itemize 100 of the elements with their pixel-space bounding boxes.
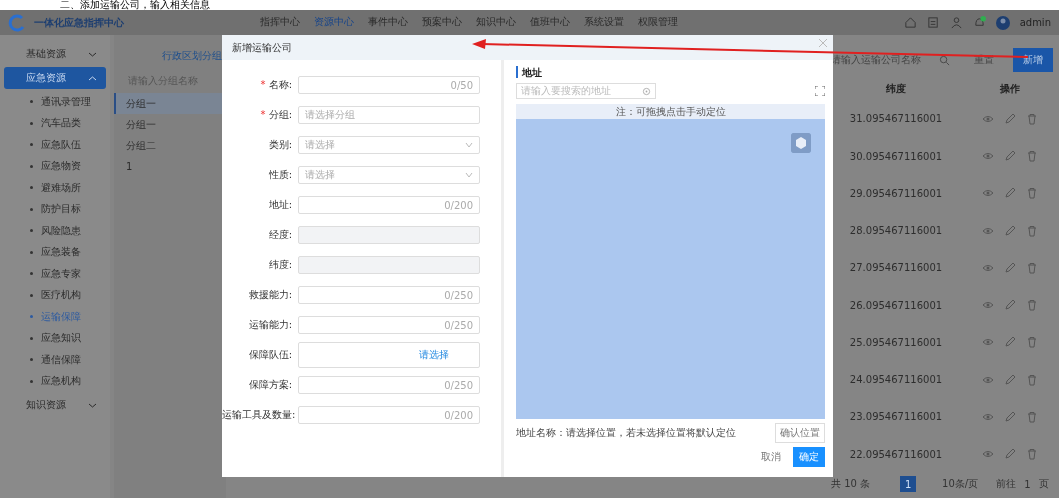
table-cell-text: 22.095467116001 — [848, 448, 944, 460]
field-label: 保障方案: — [247, 378, 293, 392]
sidebar-subitem[interactable]: 应急物资 — [0, 155, 110, 177]
nav-tab[interactable]: 值班中心 — [530, 8, 570, 37]
home-icon[interactable] — [903, 16, 917, 29]
nav-tab[interactable]: 事件中心 — [368, 8, 408, 37]
goto-page-field[interactable]: 1 — [1024, 478, 1031, 490]
sidebar-subitem[interactable]: 风险隐患 — [0, 220, 110, 242]
sidebar-subitem[interactable]: 应急知识 — [0, 327, 110, 349]
delete-icon[interactable] — [1026, 187, 1038, 200]
sidebar-subitem[interactable]: 应急装备 — [0, 241, 110, 263]
text-field[interactable]: 0/200 — [298, 406, 480, 424]
delete-icon[interactable] — [1026, 410, 1038, 423]
delete-icon[interactable] — [1026, 112, 1038, 125]
goto-label: 前往 — [996, 477, 1017, 492]
add-button[interactable]: 新增 — [1013, 48, 1053, 72]
nav-tab[interactable]: 权限管理 — [638, 8, 678, 37]
sidebar-subitem[interactable]: 避难场所 — [0, 177, 110, 199]
page-size-select[interactable]: 10条/页 — [942, 477, 979, 492]
delete-icon[interactable] — [1026, 261, 1038, 274]
edit-icon[interactable] — [1004, 150, 1016, 163]
sidebar-item[interactable]: 应急资源 — [4, 67, 106, 89]
notice-text: 注：可拖拽点击手动定位 — [516, 104, 825, 119]
field-label: 纬度: — [267, 258, 293, 272]
edit-icon[interactable] — [1004, 299, 1016, 312]
delete-icon[interactable] — [1026, 448, 1038, 461]
text-field[interactable]: 请选择分组 — [298, 106, 480, 124]
edit-icon[interactable] — [1004, 410, 1016, 423]
layers-icon[interactable] — [791, 133, 811, 153]
sidebar-subitem[interactable]: 运输保障 — [0, 306, 110, 328]
edit-icon[interactable] — [1004, 187, 1016, 200]
table-cell-text: 24.095467116001 — [848, 374, 944, 386]
edit-icon[interactable] — [1004, 373, 1016, 386]
text-field[interactable]: 0/250 — [298, 316, 480, 334]
table-cell-text: 29.095467116001 — [848, 187, 944, 199]
delete-icon[interactable] — [1026, 150, 1038, 163]
confirm-button[interactable]: 确定 — [793, 447, 825, 467]
sidebar-subitem[interactable]: 应急机构 — [0, 370, 110, 392]
column-header: 纬度 — [885, 81, 907, 96]
sidebar-item[interactable]: 知识资源 — [4, 394, 106, 416]
field-label: 运输工具及数量: — [222, 408, 297, 422]
text-field[interactable]: 0/250 — [298, 286, 480, 304]
table-cell-text: 26.095467116001 — [848, 299, 944, 311]
nav-tab[interactable]: 指挥中心 — [260, 8, 300, 37]
delete-icon[interactable] — [1026, 373, 1038, 386]
confirm-location-button[interactable]: 确认位置 — [775, 423, 825, 443]
chevron-icon — [89, 51, 96, 57]
nav-tab[interactable]: 预案中心 — [422, 8, 462, 37]
edit-icon[interactable] — [1004, 112, 1016, 125]
chevron-icon — [89, 402, 96, 408]
picker-field[interactable]: 请选择 — [298, 342, 480, 368]
close-icon[interactable] — [817, 37, 829, 49]
sidebar-subitem[interactable]: 汽车品类 — [0, 112, 110, 134]
field-label: 地址: — [267, 198, 293, 212]
section-title: 地址 — [516, 66, 825, 78]
text-field[interactable]: 0/250 — [298, 376, 480, 394]
sidebar-item[interactable]: 基础资源 — [4, 43, 106, 65]
sidebar-subitem[interactable]: 应急队伍 — [0, 134, 110, 156]
sidebar-subitem[interactable]: 防护目标 — [0, 198, 110, 220]
search-icon[interactable] — [939, 54, 950, 66]
field-label: 救援能力: — [247, 288, 293, 302]
group-panel-title[interactable]: 行政区划分组 — [162, 43, 226, 69]
delete-icon[interactable] — [1026, 336, 1038, 349]
page-number[interactable]: 1 — [900, 476, 917, 493]
locate-icon[interactable] — [642, 86, 651, 96]
avatar-icon[interactable] — [995, 15, 1010, 30]
group-item[interactable]: 1 — [114, 156, 226, 177]
table-cell-text: 27.095467116001 — [848, 262, 944, 274]
table-cell-text: 23.095467116001 — [848, 411, 944, 423]
select-field[interactable]: 请选择 — [298, 166, 480, 184]
document-icon[interactable] — [926, 16, 940, 29]
delete-icon[interactable] — [1026, 224, 1038, 237]
text-field[interactable]: 0/50 — [298, 76, 480, 94]
caret-icon — [465, 172, 473, 178]
sidebar-subitem[interactable]: 通讯录管理 — [0, 91, 110, 113]
edit-icon[interactable] — [1004, 336, 1016, 349]
fullscreen-icon[interactable] — [815, 86, 825, 96]
edit-icon[interactable] — [1004, 224, 1016, 237]
delete-icon[interactable] — [1026, 299, 1038, 312]
sidebar-subitem[interactable]: 医疗机构 — [0, 284, 110, 306]
caption-text: 二、添加运输公司，输入相关信息 — [59, 0, 211, 10]
text-field[interactable]: 0/200 — [298, 196, 480, 214]
nav-tab[interactable]: 知识中心 — [476, 8, 516, 37]
edit-icon[interactable] — [1004, 448, 1016, 461]
edit-icon[interactable] — [1004, 261, 1016, 274]
bell-icon[interactable] — [972, 16, 986, 29]
field-label: 运输能力: — [247, 318, 293, 332]
field-label: 类别: — [267, 138, 293, 152]
field-label: * 分组: — [259, 108, 293, 122]
table-cell-text: 30.095467116001 — [848, 150, 944, 162]
user-name[interactable]: admin — [1019, 17, 1051, 28]
sidebar-subitem[interactable]: 应急专家 — [0, 263, 110, 285]
total-count: 共 10 条 — [831, 477, 871, 492]
logo-icon — [8, 13, 26, 32]
app-title: 一体化应急指挥中心 — [34, 15, 125, 30]
field-label: 保障队伍: — [247, 348, 293, 362]
field-label: * 名称: — [259, 78, 293, 92]
sidebar-subitem[interactable]: 通信保障 — [0, 349, 110, 371]
person-icon[interactable] — [949, 16, 963, 29]
select-field[interactable]: 请选择 — [298, 136, 480, 154]
